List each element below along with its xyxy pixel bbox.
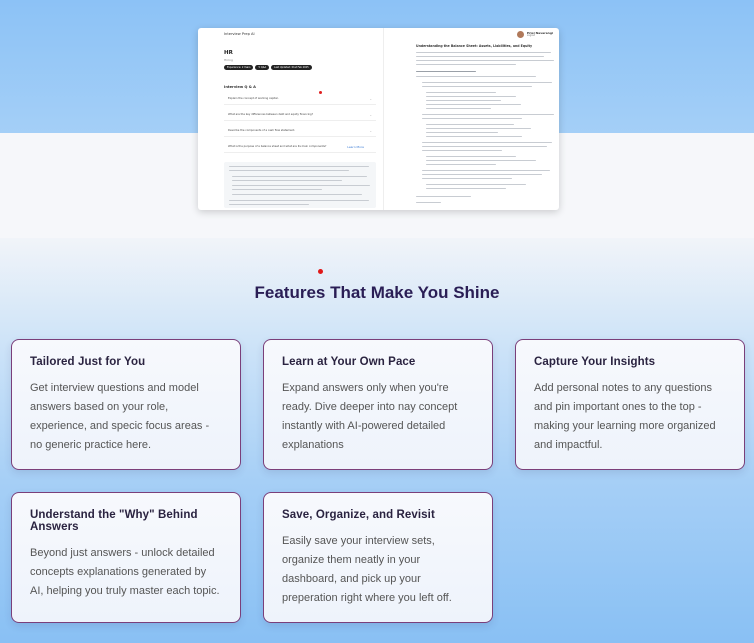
preview-tag: 5 Q&A	[255, 65, 270, 70]
feature-card-why: Understand the "Why" Behind Answers Beyo…	[11, 492, 241, 623]
preview-section-title: Interview Q & A	[224, 85, 256, 89]
feature-card-own-pace: Learn at Your Own Pace Expand answers on…	[263, 339, 493, 470]
chevron-down-icon: ⌄	[369, 113, 372, 117]
preview-question[interactable]: What are the key differences between deb…	[224, 110, 376, 121]
preview-question-text: What is the purpose of a balance sheet a…	[228, 145, 327, 148]
preview-role: HR	[224, 50, 233, 56]
preview-question-text: Explain the concept of working capital.	[228, 97, 279, 100]
preview-explanation-title: Understanding the Balance Sheet: Assets,…	[416, 44, 533, 48]
chevron-down-icon: ⌄	[369, 129, 372, 133]
app-preview-screenshot: Interview Prep AI HR Hiring Experience: …	[198, 28, 559, 210]
feature-card-body: Expand answers only when you're ready. D…	[282, 382, 458, 451]
feature-card-title: Understand the "Why" Behind Answers	[30, 509, 198, 533]
preview-question-text: What are the key differences between deb…	[228, 113, 314, 116]
feature-card-body: Add personal notes to any questions and …	[534, 382, 716, 451]
feature-card-body: Beyond just answers - unlock detailed co…	[30, 547, 220, 597]
preview-learn-more[interactable]: Learn More	[347, 145, 364, 149]
chevron-down-icon: ⌄	[369, 97, 372, 101]
preview-window-title: Interview Prep AI	[224, 32, 255, 36]
preview-tag: Experience: 2 Years	[224, 65, 254, 70]
preview-question-expanded[interactable]: What is the purpose of a balance sheet a…	[224, 142, 376, 153]
preview-role-sub: Hiring	[224, 58, 233, 62]
feature-card-title: Capture Your Insights	[534, 356, 656, 368]
feature-card-insights: Capture Your Insights Add personal notes…	[515, 339, 745, 470]
feature-card-tailored: Tailored Just for You Get interview ques…	[11, 339, 241, 470]
avatar	[516, 31, 524, 38]
features-heading: Features That Make You Shine	[254, 283, 500, 302]
feature-card-body: Easily save your interview sets, organiz…	[282, 535, 452, 604]
preview-user[interactable]: Priel Navarangi Logout	[516, 31, 553, 38]
preview-tag: Last Updated: 01st Feb 2025	[271, 65, 312, 70]
preview-question-text: Describe the components of a cash flow s…	[228, 129, 296, 132]
preview-left-panel: Interview Prep AI HR Hiring Experience: …	[198, 28, 383, 210]
feature-card-body: Get interview questions and model answer…	[30, 382, 210, 451]
feature-card-save-organize: Save, Organize, and Revisit Easily save …	[263, 492, 493, 623]
decorative-dot	[318, 269, 323, 274]
feature-card-title: Save, Organize, and Revisit	[282, 509, 435, 521]
preview-question[interactable]: Explain the concept of working capital. …	[224, 94, 376, 105]
preview-answer-block	[224, 162, 376, 208]
feature-card-title: Learn at Your Own Pace	[282, 356, 416, 368]
preview-right-panel: Priel Navarangi Logout Understanding the…	[383, 28, 559, 210]
preview-user-action: Logout	[526, 33, 536, 37]
preview-tags: Experience: 2 Years 5 Q&A Last Updated: …	[224, 65, 312, 70]
feature-card-title: Tailored Just for You	[30, 356, 146, 368]
preview-question[interactable]: Describe the components of a cash flow s…	[224, 126, 376, 137]
